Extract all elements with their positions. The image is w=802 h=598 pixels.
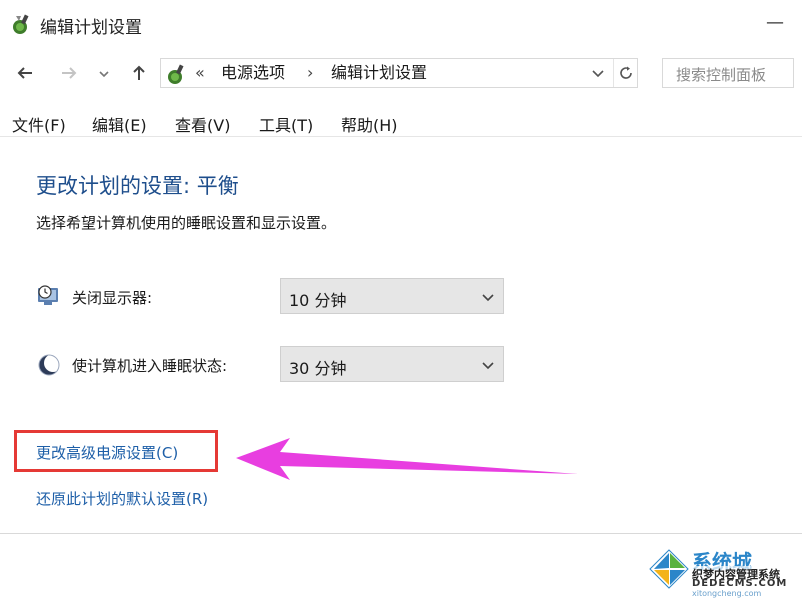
arrow-up-icon (133, 65, 145, 80)
sleep-select[interactable]: 30 分钟 (280, 346, 504, 382)
recent-locations-button[interactable] (92, 58, 116, 88)
monitor-clock-icon (38, 285, 58, 305)
chevron-down-icon (482, 294, 494, 302)
turn-off-display-label: 关闭显示器: (72, 289, 153, 307)
page-title: 更改计划的设置: 平衡 (36, 174, 239, 198)
window-title: 编辑计划设置 (40, 18, 142, 38)
menu-bar: 文件(F) 编辑(E) 查看(V) 工具(T) 帮助(H) (0, 106, 802, 137)
turn-off-display-value: 10 分钟 (289, 291, 347, 310)
breadcrumb-edit-plan-settings[interactable]: 编辑计划设置 (331, 59, 427, 87)
arrow-right-icon (62, 67, 77, 79)
back-button[interactable] (10, 58, 40, 88)
menu-edit[interactable]: 编辑(E) (92, 112, 147, 136)
title-bar: 编辑计划设置 — (0, 0, 802, 48)
breadcrumb-power-options[interactable]: 电源选项 (221, 59, 285, 87)
moon-icon (38, 354, 62, 376)
forward-button[interactable] (54, 58, 84, 88)
chevron-down-icon (99, 71, 109, 78)
power-options-icon (13, 14, 29, 34)
refresh-icon (620, 66, 632, 79)
chevron-down-icon (592, 70, 604, 78)
turn-off-display-select[interactable]: 10 分钟 (280, 278, 504, 314)
page-subtitle: 选择希望计算机使用的睡眠设置和显示设置。 (36, 214, 337, 232)
power-options-icon (168, 64, 184, 84)
watermark-url: xitongcheng.com (692, 589, 762, 598)
up-button[interactable] (124, 58, 154, 88)
windows-logo-icon (649, 549, 689, 589)
annotation-arrow (236, 438, 578, 480)
watermark-line3: DEDECMS.COM (692, 578, 788, 589)
minimize-button[interactable]: — (760, 8, 790, 38)
advanced-power-settings-link[interactable]: 更改高级电源设置(C) (36, 442, 178, 463)
watermark: 系统城 织梦内容管理系统 DEDECMS.COM xitongcheng.com (648, 544, 798, 598)
arrow-left-icon (17, 67, 32, 79)
sleep-value: 30 分钟 (289, 359, 347, 378)
menu-help[interactable]: 帮助(H) (341, 112, 398, 136)
search-input[interactable]: 搜索控制面板 (662, 58, 794, 88)
chevron-down-icon (482, 362, 494, 370)
footer-divider (0, 533, 802, 534)
menu-tools[interactable]: 工具(T) (259, 112, 313, 136)
address-bar[interactable]: « 电源选项 › 编辑计划设置 (160, 58, 638, 88)
menu-view[interactable]: 查看(V) (175, 112, 230, 136)
refresh-button[interactable] (613, 59, 638, 87)
restore-defaults-link[interactable]: 还原此计划的默认设置(R) (36, 488, 208, 509)
search-placeholder: 搜索控制面板 (676, 66, 767, 84)
breadcrumb-root-chevron[interactable]: « (195, 59, 205, 87)
breadcrumb-separator[interactable]: › (307, 59, 313, 87)
address-dropdown-button[interactable] (585, 59, 611, 87)
menu-file[interactable]: 文件(F) (12, 112, 66, 136)
sleep-label: 使计算机进入睡眠状态: (72, 357, 228, 375)
